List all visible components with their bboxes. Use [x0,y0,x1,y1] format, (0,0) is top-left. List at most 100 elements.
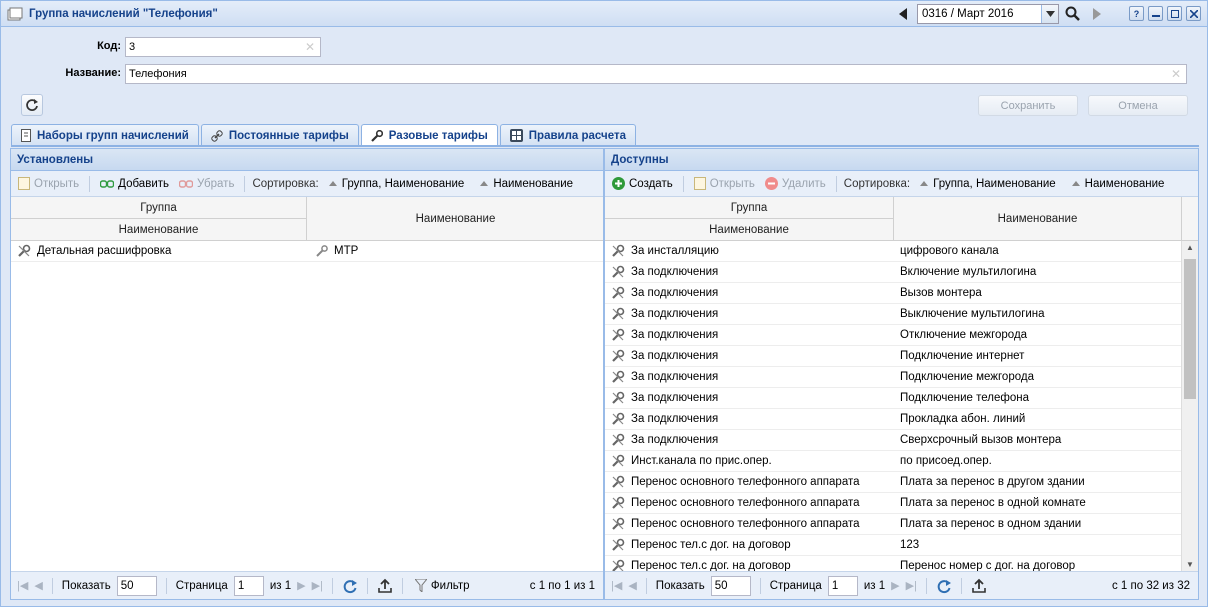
vertical-scrollbar[interactable]: ▲ ▼ [1181,241,1198,571]
sort-group-name[interactable]: Группа, Наименование [914,178,1062,190]
minimize-button[interactable] [1148,6,1163,21]
code-field[interactable]: 3 ✕ [125,37,321,57]
add-button[interactable]: Добавить [97,178,172,190]
sort-label: Сортировка: [843,177,911,190]
sort-name[interactable]: Наименование [1066,178,1171,190]
create-button[interactable]: Создать [609,177,676,190]
refresh-icon[interactable] [936,578,952,594]
pager-separator [366,577,368,594]
table-row[interactable]: За подключения Подключение межгорода [605,367,1198,388]
wrench-icon [612,370,625,383]
row-group: За подключения [631,329,719,341]
column-name-sub[interactable]: Наименование [11,219,307,241]
help-button[interactable]: ? [1129,6,1144,21]
page-input[interactable]: 1 [233,575,264,596]
prev-page-icon[interactable]: ◀ [34,579,42,592]
row-name: по присоед.опер. [900,455,992,467]
first-page-icon[interactable]: |◀ [17,579,28,592]
grid-header: Группа Наименование Наименование [11,197,603,241]
name-field[interactable]: Телефония ✕ [125,64,1187,84]
pager: |◀ ◀ Показать 50 Страница 1 из 1 ▶ ▶| Фи… [11,571,603,599]
next-page-icon[interactable]: ▶ [297,579,305,592]
table-row[interactable]: За подключения Вызов монтера [605,283,1198,304]
tab-charge-group-sets[interactable]: Наборы групп начислений [11,124,199,146]
table-row[interactable]: За инсталляцию цифрового канала [605,241,1198,262]
table-row[interactable]: За подключения Подключение телефона [605,388,1198,409]
column-name[interactable]: Наименование [894,197,1182,241]
table-row[interactable]: За подключения Выключение мультилогина [605,304,1198,325]
wrench-icon [612,391,625,404]
chevron-down-icon[interactable] [1041,4,1058,23]
wrench-icon [316,245,328,257]
open-button[interactable]: Открыть [15,177,82,190]
filter-button[interactable]: Фильтр [412,579,473,592]
export-icon[interactable] [377,578,393,594]
table-row[interactable]: За подключения Сверхсрочный вызов монтера [605,430,1198,451]
column-name[interactable]: Наименование [307,197,603,241]
column-group[interactable]: Группа [605,197,894,219]
table-row[interactable]: За подключения Отключение межгорода [605,325,1198,346]
page-input[interactable]: 1 [827,575,858,596]
installed-panel: Установлены Открыть Добавить Убрать Сорт… [10,148,604,600]
first-page-icon[interactable]: |◀ [611,579,622,592]
wrench-icon [612,349,625,362]
table-row[interactable]: Перенос основного телефонного аппарата Пл… [605,514,1198,535]
prev-page-icon[interactable]: ◀ [628,579,636,592]
wrench-icon [612,265,625,278]
table-row[interactable]: Перенос основного телефонного аппарата Пл… [605,493,1198,514]
table-row[interactable]: Инст.канала по прис.опер. по присоед.опер… [605,451,1198,472]
period-select[interactable]: 0316 / Март 2016 [917,3,1059,24]
last-page-icon[interactable]: ▶| [906,579,917,592]
scroll-thumb[interactable] [1184,259,1196,399]
table-row[interactable]: За подключения Подключение интернет [605,346,1198,367]
delete-label: Удалить [781,177,826,190]
code-value: 3 [129,41,136,53]
tab-permanent-tariffs[interactable]: Постоянные тарифы [200,124,359,146]
table-row[interactable]: Детальная расшифровка МТР [11,241,603,262]
close-button[interactable] [1186,6,1201,21]
column-name-sub[interactable]: Наименование [605,219,894,241]
clear-icon[interactable]: ✕ [1171,67,1181,81]
link-remove-icon [179,179,193,188]
page-size-input[interactable]: 50 [116,575,157,596]
scroll-up-icon[interactable]: ▲ [1186,243,1194,252]
sort-name[interactable]: Наименование [474,178,579,190]
sort-asc-icon [328,181,337,186]
next-period-button[interactable] [1087,4,1107,24]
row-name: 123 [900,539,920,551]
tab-calculation-rules[interactable]: Правила расчета [499,124,636,146]
cancel-button[interactable]: Отмена [1088,95,1188,116]
column-group[interactable]: Группа [11,197,307,219]
scroll-down-icon[interactable]: ▼ [1186,560,1194,569]
row-name: Прокладка абон. линий [900,413,1026,425]
sort-group-name[interactable]: Группа, Наименование [323,178,471,190]
filter-label: Фильтр [430,579,470,592]
clear-icon[interactable]: ✕ [305,40,315,54]
tab-bar: Наборы групп начислений Постоянные тариф… [11,124,636,147]
table-row[interactable]: Перенос основного телефонного аппарата Пл… [605,472,1198,493]
next-page-icon[interactable]: ▶ [891,579,899,592]
refresh-icon[interactable] [342,578,358,594]
export-icon[interactable] [971,578,987,594]
row-name: Подключение интернет [900,350,1025,362]
open-label: Открыть [709,177,755,190]
table-row[interactable]: За подключения Включение мультилогина [605,262,1198,283]
refresh-button[interactable] [21,94,43,116]
remove-label: Убрать [197,177,235,190]
name-value: Телефония [129,68,187,80]
remove-button[interactable]: Убрать [176,178,237,190]
save-button[interactable]: Сохранить [978,95,1078,116]
maximize-button[interactable] [1167,6,1182,21]
prev-period-button[interactable] [893,4,913,24]
installed-toolbar: Открыть Добавить Убрать Сортировка: Груп… [11,171,603,197]
installed-panel-title: Установлены [11,149,603,171]
search-button[interactable] [1063,4,1083,24]
table-row[interactable]: За подключения Прокладка абон. линий [605,409,1198,430]
last-page-icon[interactable]: ▶| [312,579,323,592]
tab-onetime-tariffs[interactable]: Разовые тарифы [360,124,498,147]
table-row[interactable]: Перенос тел.с дог. на договор 123 [605,535,1198,556]
page-size-input[interactable]: 50 [710,575,751,596]
arrow-right-icon [1093,7,1101,20]
delete-button[interactable]: Удалить [762,177,829,190]
open-button[interactable]: Открыть [691,177,758,190]
